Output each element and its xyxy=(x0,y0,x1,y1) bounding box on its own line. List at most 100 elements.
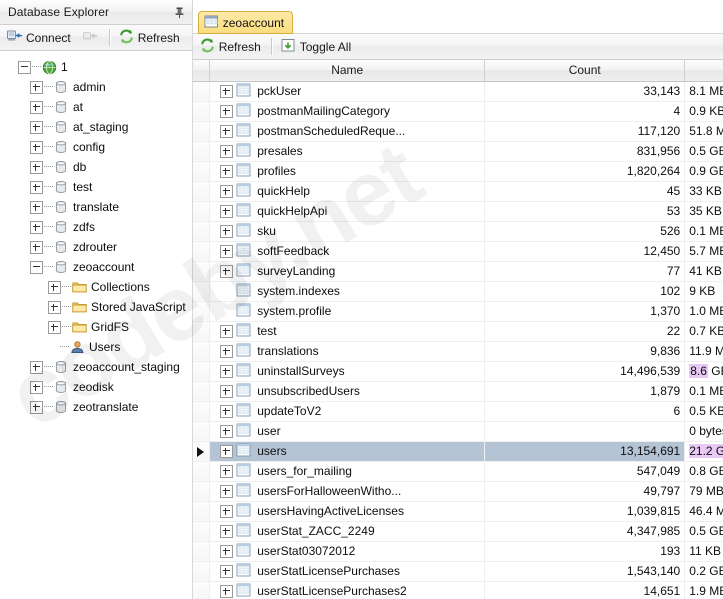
row-selector-current[interactable] xyxy=(192,441,211,462)
cell-count[interactable]: 831,956 xyxy=(484,141,686,162)
cell-size[interactable]: 0.5 KB xyxy=(684,401,723,422)
table-row[interactable]: userStatLicensePurchases 1,543,140 0.2 GB xyxy=(192,561,723,582)
cell-size[interactable]: 0.1 MB xyxy=(684,381,723,402)
row-selector[interactable] xyxy=(192,241,211,262)
expand-expander-icon[interactable] xyxy=(30,80,43,94)
table-row[interactable]: pckUser 33,1438.1 MB xyxy=(192,81,723,102)
row-selector[interactable] xyxy=(192,161,211,182)
cell-name[interactable]: presales xyxy=(209,141,486,162)
cell-size[interactable]: 33 KB xyxy=(684,181,723,202)
table-row[interactable]: postmanMailingCategory 4 0.9 KB xyxy=(192,101,723,122)
row-expand-icon[interactable] xyxy=(220,504,234,518)
table-row[interactable]: quickHelpApi 53 35 KB xyxy=(192,201,723,222)
cell-count[interactable]: 53 xyxy=(484,201,686,222)
tree-node-translate[interactable]: translate xyxy=(0,197,192,217)
row-expand-icon[interactable] xyxy=(220,84,234,98)
cell-count[interactable]: 33,143 xyxy=(484,81,686,102)
cell-count[interactable]: 193 xyxy=(484,541,686,562)
row-expand-icon[interactable] xyxy=(220,584,234,598)
row-selector[interactable] xyxy=(192,221,211,242)
cell-count[interactable]: 1,820,264 xyxy=(484,161,686,182)
cell-name[interactable]: test xyxy=(209,321,486,342)
cell-name[interactable]: system.indexes xyxy=(209,281,486,302)
cell-count[interactable]: 1,039,815 xyxy=(484,501,686,522)
row-selector[interactable] xyxy=(192,181,211,202)
cell-name[interactable]: postmanScheduledReque... xyxy=(209,121,486,142)
row-expand-icon[interactable] xyxy=(220,184,234,198)
cell-count[interactable]: 13,154,691 xyxy=(484,441,686,462)
table-row[interactable]: system.profile 1,3701.0 MB xyxy=(192,301,723,322)
row-selector[interactable] xyxy=(192,141,211,162)
table-row[interactable]: userStat03072012 193 11 KB xyxy=(192,541,723,562)
cell-name[interactable]: postmanMailingCategory xyxy=(209,101,486,122)
cell-size[interactable]: 41 KB xyxy=(684,261,723,282)
cell-name[interactable]: uninstallSurveys xyxy=(209,361,486,382)
cell-size[interactable]: 0.7 KB xyxy=(684,321,723,342)
cell-count[interactable]: 12,450 xyxy=(484,241,686,262)
table-row[interactable]: users_for_mailing 547,049 0.8 GB xyxy=(192,461,723,482)
cell-count[interactable]: 6 xyxy=(484,401,686,422)
cell-name[interactable]: pckUser xyxy=(209,81,486,102)
cell-name[interactable]: unsubscribedUsers xyxy=(209,381,486,402)
expand-expander-icon[interactable] xyxy=(48,300,61,314)
cell-count[interactable]: 4,347,985 xyxy=(484,521,686,542)
cell-count[interactable]: 77 xyxy=(484,261,686,282)
connect-button[interactable]: Connect xyxy=(2,26,78,50)
row-expand-icon[interactable] xyxy=(220,204,234,218)
table-row[interactable]: user 0 bytes xyxy=(192,421,723,442)
table-row[interactable]: quickHelp 45 33 KB xyxy=(192,181,723,202)
row-expand-icon[interactable] xyxy=(220,564,234,578)
row-selector[interactable] xyxy=(192,521,211,542)
cell-size[interactable]: 0.2 GB xyxy=(684,561,723,582)
cell-name[interactable]: users xyxy=(209,441,486,462)
cell-name[interactable]: userStatLicensePurchases2 xyxy=(209,581,486,599)
table-row[interactable]: unsubscribedUsers 1,8790.1 MB xyxy=(192,381,723,402)
row-selector[interactable] xyxy=(192,341,211,362)
row-expand-icon[interactable] xyxy=(220,424,234,438)
cell-size[interactable]: 8.1 MB xyxy=(684,81,723,102)
cell-name[interactable]: userStatLicensePurchases xyxy=(209,561,486,582)
cell-size[interactable]: 0.9 KB xyxy=(684,101,723,122)
row-selector[interactable] xyxy=(192,261,211,282)
tree-node-test[interactable]: test xyxy=(0,177,192,197)
cell-name[interactable]: userStat03072012 xyxy=(209,541,486,562)
column-header-size[interactable]: Siz xyxy=(684,60,723,82)
grid-refresh-button[interactable]: Refresh xyxy=(195,35,268,59)
cell-count[interactable]: 547,049 xyxy=(484,461,686,482)
cell-size[interactable]: 35 KB xyxy=(684,201,723,222)
table-row[interactable]: uninstallSurveys 14,496,5398.6 GB xyxy=(192,361,723,382)
cell-count[interactable]: 9,836 xyxy=(484,341,686,362)
cell-count[interactable]: 14,651 xyxy=(484,581,686,599)
tree-node-zeoaccount[interactable]: zeoaccount xyxy=(0,257,192,277)
row-selector[interactable] xyxy=(192,381,211,402)
table-row[interactable]: profiles 1,820,264 0.9 GB xyxy=(192,161,723,182)
cell-name[interactable]: user xyxy=(209,421,486,442)
expand-expander-icon[interactable] xyxy=(30,180,43,194)
cell-size[interactable]: 9 KB xyxy=(684,281,723,302)
expand-expander-icon[interactable] xyxy=(30,100,43,114)
cell-size[interactable]: 5.7 MB xyxy=(684,241,723,262)
row-expand-icon[interactable] xyxy=(220,364,234,378)
collapse-expander-icon[interactable] xyxy=(18,60,31,74)
row-expand-icon[interactable] xyxy=(220,384,234,398)
row-selector[interactable] xyxy=(192,301,211,322)
row-selector[interactable] xyxy=(192,281,211,302)
expand-expander-icon[interactable] xyxy=(48,280,61,294)
cell-size[interactable]: 51.8 MB xyxy=(684,121,723,142)
cell-size[interactable]: 0.8 GB xyxy=(684,461,723,482)
row-selector[interactable] xyxy=(192,401,211,422)
expand-expander-icon[interactable] xyxy=(48,320,61,334)
cell-size[interactable]: 0.5 GB xyxy=(684,141,723,162)
cell-size[interactable]: 0.9 GB xyxy=(684,161,723,182)
cell-count[interactable]: 14,496,539 xyxy=(484,361,686,382)
row-expand-icon[interactable] xyxy=(220,484,234,498)
cell-count[interactable]: 1,879 xyxy=(484,381,686,402)
row-selector[interactable] xyxy=(192,201,211,222)
tree-node-admin[interactable]: admin xyxy=(0,77,192,97)
cell-size[interactable]: 11 KB xyxy=(684,541,723,562)
expand-expander-icon[interactable] xyxy=(30,400,43,414)
column-header-count[interactable]: Count xyxy=(484,60,686,82)
collections-grid-wrap[interactable]: Name Count Siz pckUser33,1438.1 MBpostma… xyxy=(192,60,723,599)
disconnect-button[interactable] xyxy=(78,26,106,50)
row-expand-icon[interactable] xyxy=(220,124,234,138)
